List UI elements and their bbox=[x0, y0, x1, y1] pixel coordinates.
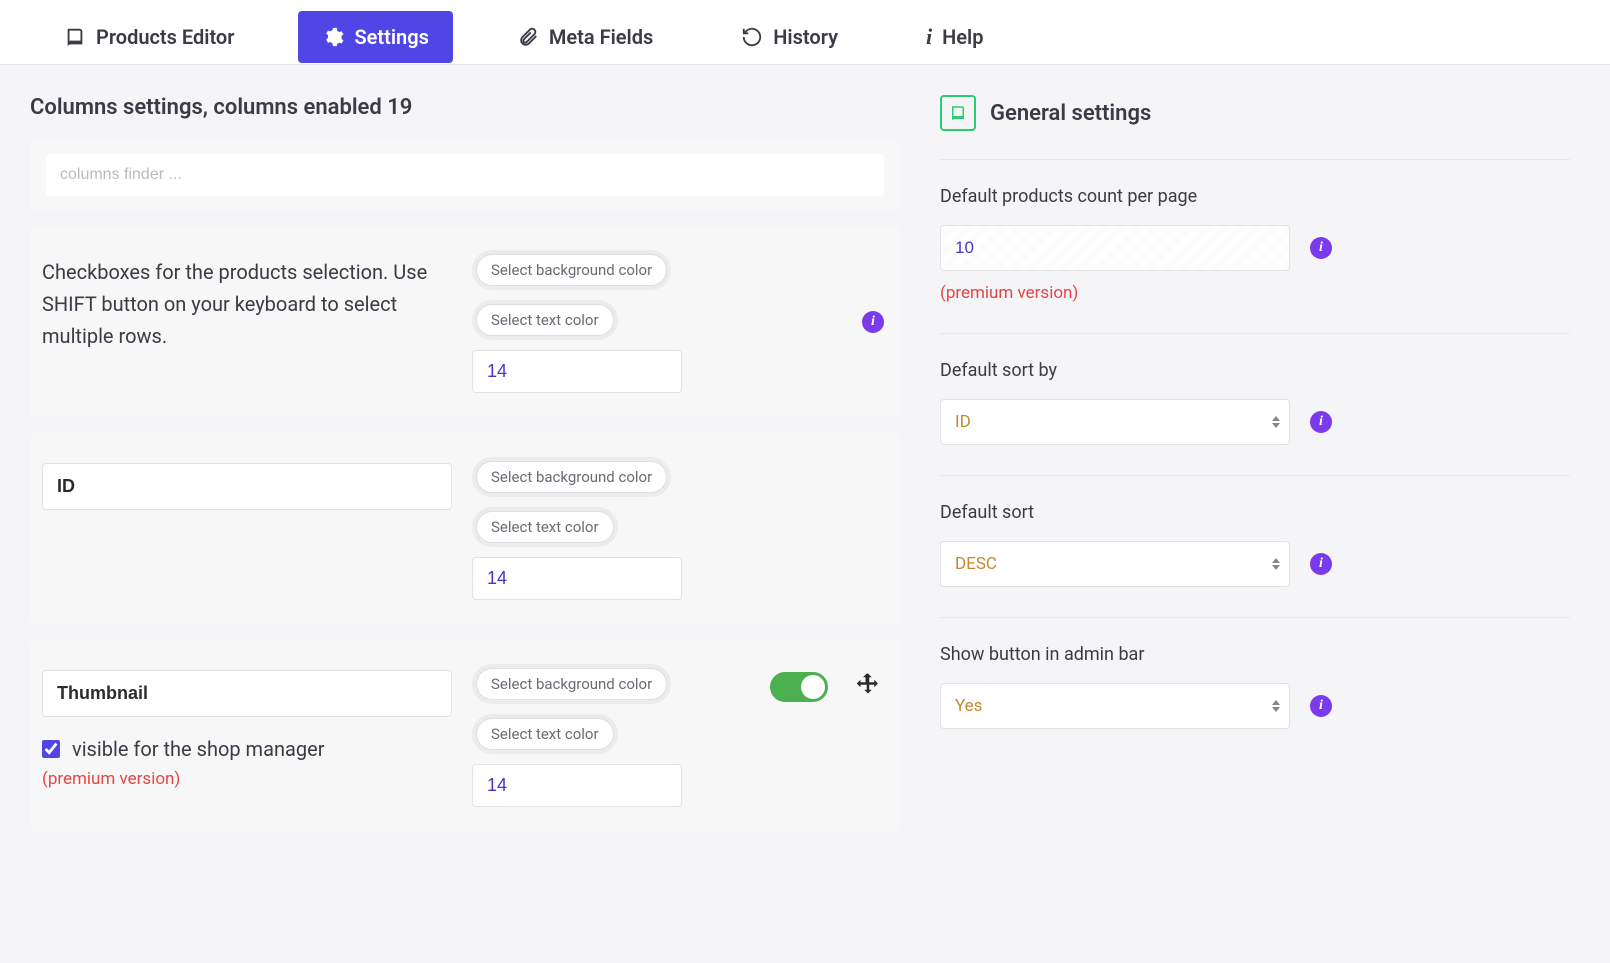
columns-finder-input[interactable] bbox=[46, 154, 884, 196]
tab-label: Settings bbox=[354, 25, 428, 49]
select-text-color-button[interactable]: Select text color bbox=[476, 511, 614, 543]
tab-label: Products Editor bbox=[96, 25, 234, 49]
column-row-id: Select background color Select text colo… bbox=[30, 433, 900, 624]
book-icon bbox=[940, 95, 976, 131]
bg-color-wrap: Select background color bbox=[472, 250, 671, 290]
columns-enabled-count: 19 bbox=[387, 95, 412, 120]
premium-version-note: (premium version) bbox=[940, 283, 1570, 303]
select-bg-color-button[interactable]: Select background color bbox=[476, 461, 667, 493]
undo-icon bbox=[741, 26, 763, 48]
columns-title: Columns settings, columns enabled 19 bbox=[30, 95, 900, 120]
setting-label: Show button in admin bar bbox=[940, 644, 1570, 665]
premium-version-note: (premium version) bbox=[42, 769, 452, 789]
tab-meta-fields[interactable]: Meta Fields bbox=[493, 11, 677, 63]
book-icon bbox=[64, 26, 86, 48]
setting-default-count: Default products count per page i (premi… bbox=[940, 159, 1570, 333]
select-text-color-button[interactable]: Select text color bbox=[476, 718, 614, 750]
bg-color-wrap: Select background color bbox=[472, 457, 671, 497]
setting-default-sort: Default sort DESC i bbox=[940, 475, 1570, 617]
columns-settings: Columns settings, columns enabled 19 Che… bbox=[30, 95, 900, 847]
font-size-input[interactable] bbox=[472, 350, 682, 393]
info-icon[interactable]: i bbox=[1310, 553, 1332, 575]
gear-icon bbox=[322, 26, 344, 48]
finder-panel bbox=[30, 140, 900, 210]
column-description: Checkboxes for the products selection. U… bbox=[42, 256, 452, 352]
setting-label: Default products count per page bbox=[940, 186, 1570, 207]
show-admin-bar-select[interactable]: Yes bbox=[940, 683, 1290, 729]
setting-label: Default sort by bbox=[940, 360, 1570, 381]
column-name-input[interactable] bbox=[42, 670, 452, 717]
info-icon[interactable]: i bbox=[862, 311, 884, 333]
info-icon: i bbox=[926, 24, 932, 50]
info-icon[interactable]: i bbox=[1310, 695, 1332, 717]
font-size-input[interactable] bbox=[472, 764, 682, 807]
tab-label: Help bbox=[942, 25, 983, 49]
font-size-input[interactable] bbox=[472, 557, 682, 600]
select-bg-color-button[interactable]: Select background color bbox=[476, 668, 667, 700]
setting-default-sort-by: Default sort by ID i bbox=[940, 333, 1570, 475]
setting-label: Default sort bbox=[940, 502, 1570, 523]
select-text-color-button[interactable]: Select text color bbox=[476, 304, 614, 336]
default-sort-by-select[interactable]: ID bbox=[940, 399, 1290, 445]
tabs-nav: Products Editor Settings Meta Fields His… bbox=[0, 0, 1610, 65]
visible-shop-manager-checkbox[interactable] bbox=[42, 740, 60, 758]
tab-label: History bbox=[773, 25, 838, 49]
bg-color-wrap: Select background color bbox=[472, 664, 671, 704]
column-row-thumbnail: visible for the shop manager (premium ve… bbox=[30, 640, 900, 831]
columns-title-prefix: Columns settings, columns enabled bbox=[30, 95, 382, 120]
select-bg-color-button[interactable]: Select background color bbox=[476, 254, 667, 286]
paperclip-icon bbox=[517, 26, 539, 48]
info-icon[interactable]: i bbox=[1310, 237, 1332, 259]
default-sort-select[interactable]: DESC bbox=[940, 541, 1290, 587]
general-settings-title: General settings bbox=[990, 101, 1151, 126]
default-count-input[interactable] bbox=[940, 225, 1290, 271]
info-icon[interactable]: i bbox=[1310, 411, 1332, 433]
enable-column-toggle[interactable] bbox=[770, 672, 828, 702]
txt-color-wrap: Select text color bbox=[472, 714, 618, 754]
tab-help[interactable]: i Help bbox=[902, 10, 1008, 64]
setting-show-admin-bar: Show button in admin bar Yes i bbox=[940, 617, 1570, 759]
tab-products-editor[interactable]: Products Editor bbox=[40, 11, 258, 63]
txt-color-wrap: Select text color bbox=[472, 507, 618, 547]
tab-label: Meta Fields bbox=[549, 25, 653, 49]
column-name-input[interactable] bbox=[42, 463, 452, 510]
tab-settings[interactable]: Settings bbox=[298, 11, 452, 63]
visible-shop-manager-label: visible for the shop manager bbox=[72, 737, 325, 761]
column-row-checkboxes: Checkboxes for the products selection. U… bbox=[30, 226, 900, 417]
tab-history[interactable]: History bbox=[717, 11, 862, 63]
drag-handle-icon[interactable] bbox=[852, 670, 884, 702]
txt-color-wrap: Select text color bbox=[472, 300, 618, 340]
general-settings: General settings Default products count … bbox=[920, 95, 1570, 847]
